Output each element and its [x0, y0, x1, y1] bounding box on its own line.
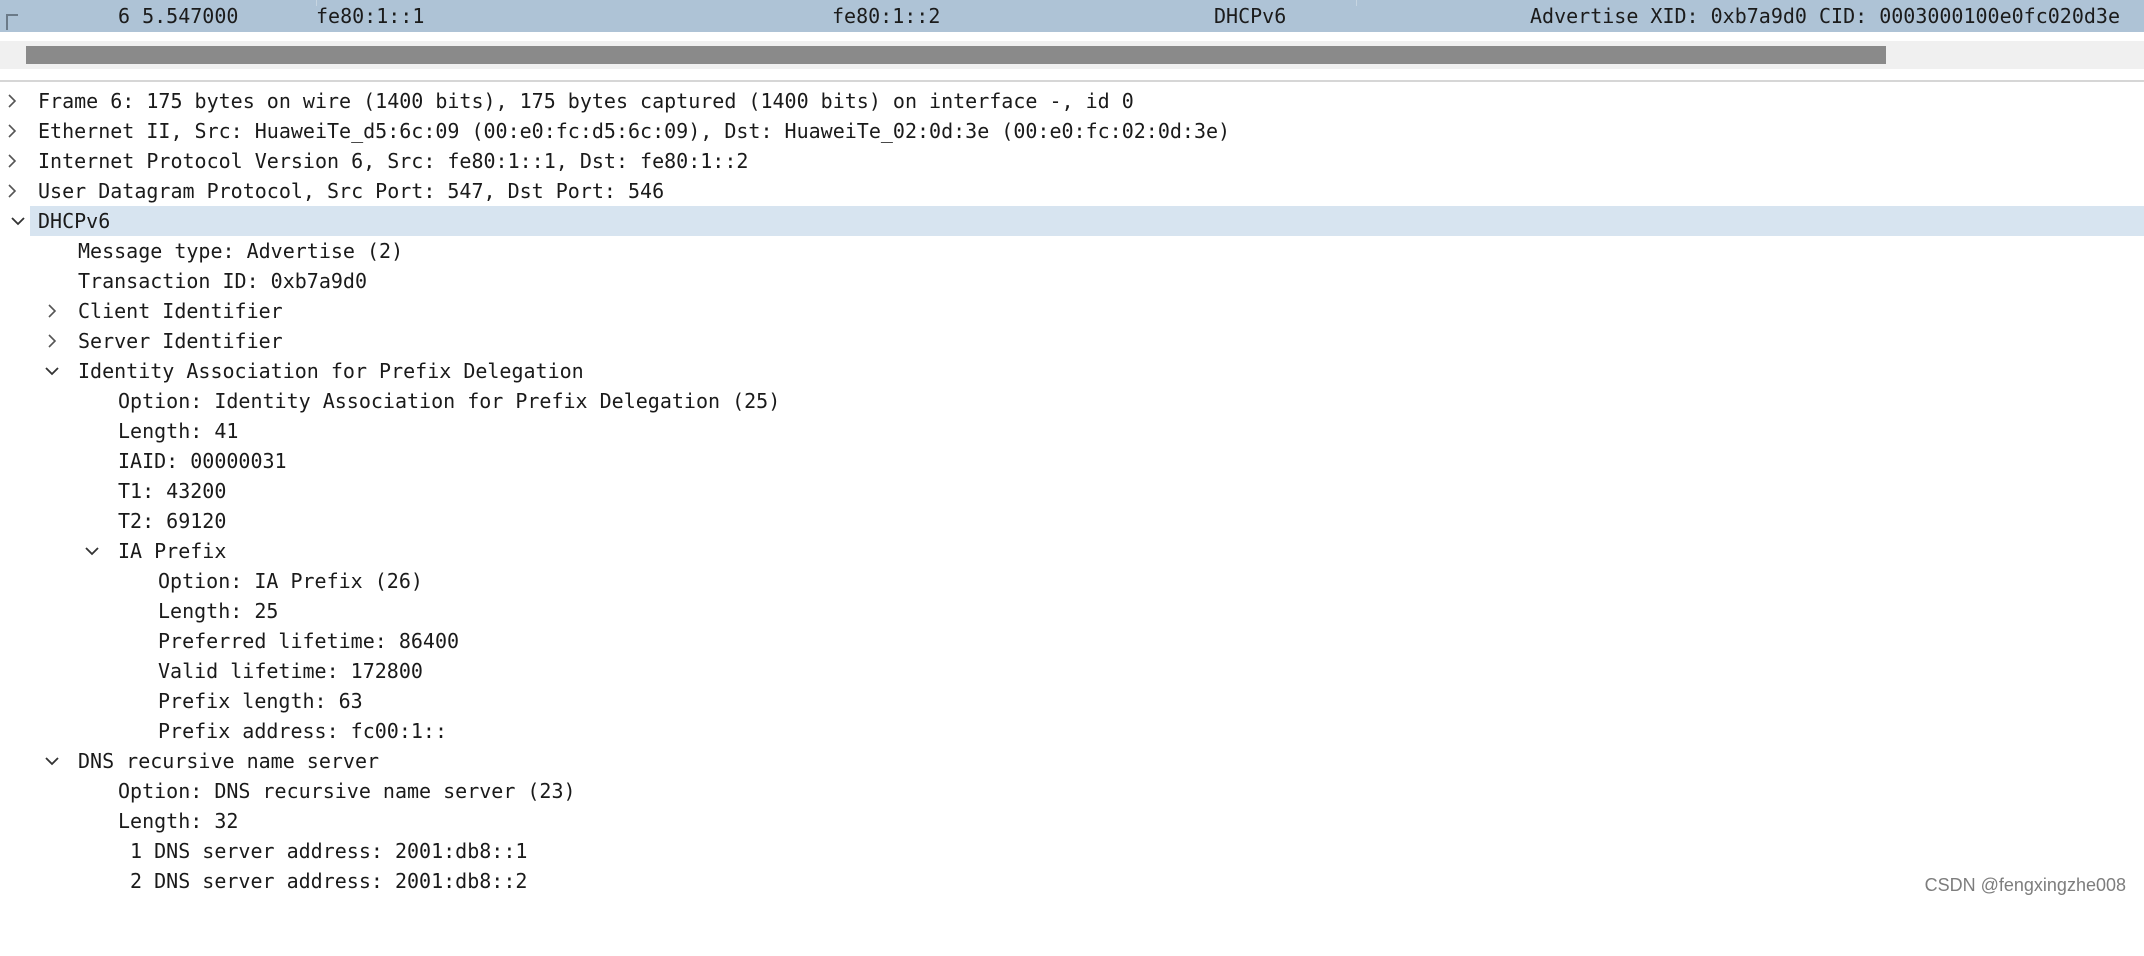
- chevron-down-icon[interactable]: [8, 206, 28, 236]
- field-label: T1: 43200: [118, 479, 227, 503]
- field-t2[interactable]: T2: 69120: [0, 506, 2144, 536]
- tree-item-dhcpv6[interactable]: DHCPv6: [11, 206, 2144, 236]
- field-label: IAID: 00000031: [118, 449, 287, 473]
- tree-item-label: IA Prefix: [118, 539, 227, 563]
- field-label: Length: 25: [158, 599, 279, 623]
- field-label: Prefix length: 63: [158, 689, 363, 713]
- packet-protocol: DHCPv6: [1214, 4, 1287, 28]
- field-ia-pd-option[interactable]: Option: Identity Association for Prefix …: [0, 386, 2144, 416]
- packet-info: Advertise XID: 0xb7a9d0 CID: 0003000100e…: [1530, 4, 2121, 28]
- tree-item-ia-prefix[interactable]: IA Prefix: [0, 536, 2144, 566]
- tree-item-ipv6[interactable]: Internet Protocol Version 6, Src: fe80:1…: [0, 146, 2144, 176]
- field-dns-server-2[interactable]: 2 DNS server address: 2001:db8::2: [0, 866, 2144, 896]
- field-iaid[interactable]: IAID: 00000031: [0, 446, 2144, 476]
- chevron-down-icon[interactable]: [82, 536, 102, 566]
- field-label: T2: 69120: [118, 509, 227, 533]
- tree-item-label: Client Identifier: [78, 299, 283, 323]
- chevron-down-icon[interactable]: [42, 356, 62, 386]
- tree-item-frame[interactable]: Frame 6: 175 bytes on wire (1400 bits), …: [0, 86, 2144, 116]
- related-packet-marker-icon: [6, 14, 18, 30]
- field-dns-option[interactable]: Option: DNS recursive name server (23): [0, 776, 2144, 806]
- field-label: Preferred lifetime: 86400: [158, 629, 460, 653]
- field-label: 2 DNS server address: 2001:db8::2: [118, 869, 528, 893]
- tree-item-dns-recursive-name-server[interactable]: DNS recursive name server: [0, 746, 2144, 776]
- field-ia-prefix-length[interactable]: Length: 25: [0, 596, 2144, 626]
- field-message-type[interactable]: Message type: Advertise (2): [0, 236, 2144, 266]
- tree-item-label: DNS recursive name server: [78, 749, 380, 773]
- field-label: 1 DNS server address: 2001:db8::1: [118, 839, 528, 863]
- tree-item-server-identifier[interactable]: Server Identifier: [0, 326, 2144, 356]
- field-dns-server-1[interactable]: 1 DNS server address: 2001:db8::1: [0, 836, 2144, 866]
- tree-item-label: Server Identifier: [78, 329, 283, 353]
- field-ia-prefix-option[interactable]: Option: IA Prefix (26): [0, 566, 2144, 596]
- chevron-right-icon[interactable]: [2, 176, 22, 206]
- field-preferred-lifetime[interactable]: Preferred lifetime: 86400: [0, 626, 2144, 656]
- packet-list-pane: 6 5.547000 fe80:1::1 fe80:1::2 DHCPv6 Ad…: [0, 0, 2144, 82]
- packet-details-tree: Frame 6: 175 bytes on wire (1400 bits), …: [0, 86, 2144, 896]
- chevron-right-icon[interactable]: [2, 116, 22, 146]
- field-label: Valid lifetime: 172800: [158, 659, 423, 683]
- tree-item-label: Identity Association for Prefix Delegati…: [78, 359, 584, 383]
- scrollbar-thumb[interactable]: [26, 46, 1886, 64]
- tree-item-label: Internet Protocol Version 6, Src: fe80:1…: [38, 149, 749, 173]
- tree-item-udp[interactable]: User Datagram Protocol, Src Port: 547, D…: [0, 176, 2144, 206]
- field-label: Length: 32: [118, 809, 239, 833]
- field-transaction-id[interactable]: Transaction ID: 0xb7a9d0: [0, 266, 2144, 296]
- field-prefix-address[interactable]: Prefix address: fc00:1::: [0, 716, 2144, 746]
- field-label: Message type: Advertise (2): [78, 239, 404, 263]
- chevron-right-icon[interactable]: [2, 146, 22, 176]
- field-label: Prefix address: fc00:1::: [158, 719, 447, 743]
- tree-item-ia-pd[interactable]: Identity Association for Prefix Delegati…: [0, 356, 2144, 386]
- field-dns-length[interactable]: Length: 32: [0, 806, 2144, 836]
- field-valid-lifetime[interactable]: Valid lifetime: 172800: [0, 656, 2144, 686]
- tree-item-ethernet[interactable]: Ethernet II, Src: HuaweiTe_d5:6c:09 (00:…: [0, 116, 2144, 146]
- watermark: CSDN @fengxingzhe008: [1924, 875, 2126, 895]
- packet-source: fe80:1::1: [316, 4, 425, 28]
- tree-item-label: DHCPv6: [38, 209, 111, 233]
- packet-no-time: 6 5.547000: [118, 4, 239, 28]
- tree-item-label: User Datagram Protocol, Src Port: 547, D…: [38, 179, 665, 203]
- field-label: Option: Identity Association for Prefix …: [118, 389, 781, 413]
- tree-item-label: Ethernet II, Src: HuaweiTe_d5:6c:09 (00:…: [38, 119, 1231, 143]
- chevron-right-icon[interactable]: [42, 296, 62, 326]
- field-prefix-length[interactable]: Prefix length: 63: [0, 686, 2144, 716]
- field-label: Length: 41: [118, 419, 239, 443]
- field-ia-pd-length[interactable]: Length: 41: [0, 416, 2144, 446]
- pane-splitter[interactable]: [0, 80, 2144, 82]
- tree-item-client-identifier[interactable]: Client Identifier: [0, 296, 2144, 326]
- field-label: Option: DNS recursive name server (23): [118, 779, 576, 803]
- chevron-down-icon[interactable]: [42, 746, 62, 776]
- chevron-right-icon[interactable]: [42, 326, 62, 356]
- tree-item-label: Frame 6: 175 bytes on wire (1400 bits), …: [38, 89, 1134, 113]
- column-divider: [1356, 0, 1357, 6]
- field-t1[interactable]: T1: 43200: [0, 476, 2144, 506]
- chevron-right-icon[interactable]: [2, 86, 22, 116]
- horizontal-scrollbar[interactable]: [0, 41, 2144, 69]
- packet-row-selected[interactable]: 6 5.547000 fe80:1::1 fe80:1::2 DHCPv6 Ad…: [0, 0, 2144, 32]
- packet-destination: fe80:1::2: [832, 4, 941, 28]
- field-label: Option: IA Prefix (26): [158, 569, 423, 593]
- field-label: Transaction ID: 0xb7a9d0: [78, 269, 367, 293]
